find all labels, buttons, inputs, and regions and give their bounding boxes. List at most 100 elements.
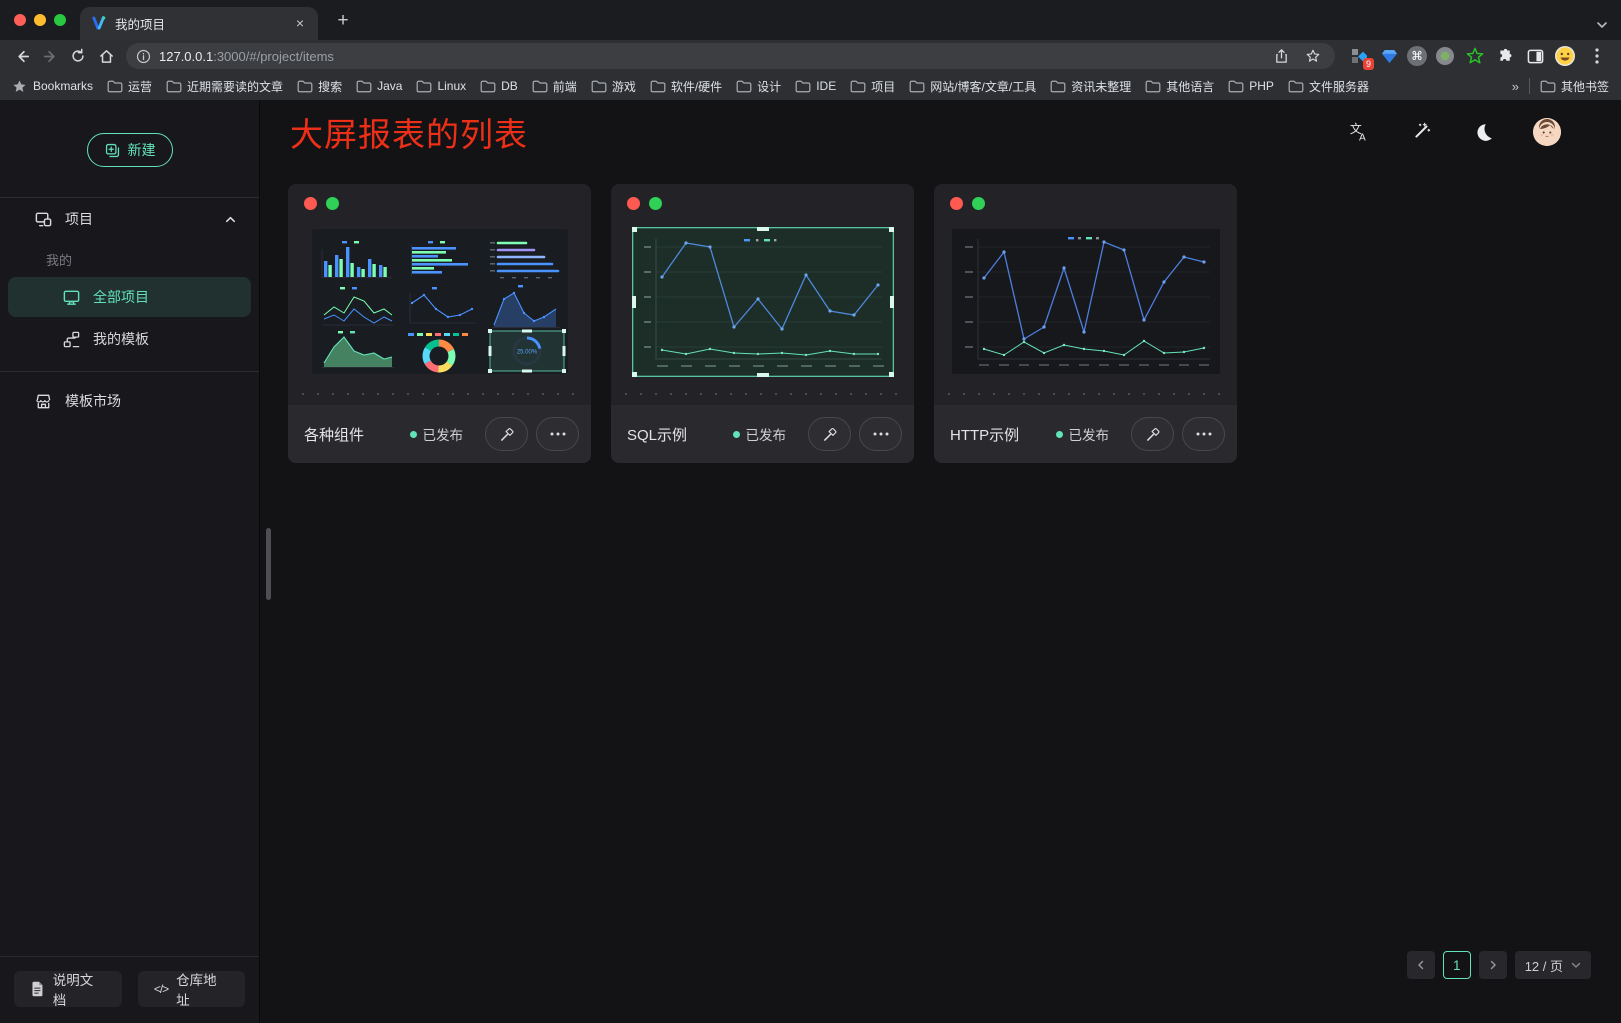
sidebar-item-my-templates[interactable]: 我的模板 — [8, 319, 251, 359]
language-icon[interactable]: 文A — [1347, 120, 1371, 144]
tab-close-icon[interactable]: × — [292, 16, 308, 32]
new-project-label: 新建 — [128, 140, 156, 160]
extension-gem-icon[interactable] — [1377, 44, 1401, 68]
folder-icon — [107, 80, 123, 93]
content-scrollbar-thumb[interactable] — [266, 528, 271, 600]
bookmark-folder[interactable]: 设计 — [736, 78, 781, 95]
project-name: HTTP示例 — [950, 424, 1019, 445]
next-page-button[interactable] — [1479, 951, 1507, 979]
folder-icon — [1228, 80, 1244, 93]
forward-icon[interactable] — [36, 43, 64, 69]
extension-star-icon[interactable] — [1463, 44, 1487, 68]
magic-wand-icon[interactable] — [1409, 120, 1433, 144]
sidebar-group-project[interactable]: 项目 — [0, 198, 259, 240]
more-dots-icon — [1196, 432, 1212, 436]
edit-hammer-button[interactable] — [1131, 417, 1174, 451]
url-path: :3000/#/project/items — [213, 49, 334, 64]
bookmark-folder[interactable]: 其他语言 — [1145, 78, 1214, 95]
url-bar[interactable]: 127.0.0.1:3000/#/project/items — [126, 43, 1335, 69]
extension-record-icon[interactable] — [1433, 44, 1457, 68]
dark-mode-moon-icon[interactable] — [1471, 120, 1495, 144]
home-icon[interactable] — [92, 43, 120, 69]
profile-emoji-icon[interactable] — [1553, 44, 1577, 68]
bookmark-folder[interactable]: 资讯未整理 — [1050, 78, 1131, 95]
dotted-separator — [948, 393, 1223, 395]
bookmark-folder[interactable]: 文件服务器 — [1288, 78, 1369, 95]
bookmark-folder[interactable]: PHP — [1228, 79, 1274, 93]
chevron-up-icon[interactable] — [224, 213, 237, 226]
more-dots-icon — [550, 432, 566, 436]
content-header: 大屏报表的列表 文A — [260, 100, 1621, 164]
bookmark-folder[interactable]: 运营 — [107, 78, 152, 95]
other-bookmarks-folder[interactable]: 其他书签 — [1540, 78, 1609, 95]
tab-search-chevron-icon[interactable] — [1595, 18, 1609, 32]
bookmark-folder[interactable]: 近期需要读的文章 — [166, 78, 283, 95]
green-dot — [649, 197, 662, 210]
green-dot — [326, 197, 339, 210]
bookmark-folder[interactable]: Java — [356, 79, 402, 93]
folder-icon — [480, 80, 496, 93]
browser-tabstrip: 我的项目 × + — [0, 0, 1621, 40]
more-actions-button[interactable] — [859, 417, 902, 451]
sidebar-toggle-icon[interactable] — [1523, 44, 1547, 68]
bookmark-folder[interactable]: IDE — [795, 79, 836, 93]
url-text: 127.0.0.1:3000/#/project/items — [159, 49, 1267, 64]
project-thumbnail[interactable] — [611, 210, 914, 393]
bookmarks-divider — [1529, 78, 1530, 94]
project-card[interactable]: 25.00% 各种组件 已发布 — [288, 184, 591, 463]
project-thumbnail[interactable] — [934, 210, 1237, 393]
dual-screen-icon — [34, 210, 53, 229]
red-dot — [950, 197, 963, 210]
extension-grid-icon[interactable]: 9 — [1347, 44, 1371, 68]
bookmark-folder[interactable]: Linux — [416, 79, 466, 93]
site-info-icon[interactable] — [136, 49, 151, 64]
bookmark-folder[interactable]: DB — [480, 79, 518, 93]
minimize-window-button[interactable] — [34, 14, 46, 26]
more-actions-button[interactable] — [1182, 417, 1225, 451]
bookmark-folder[interactable]: 游戏 — [591, 78, 636, 95]
bookmark-folder[interactable]: 前端 — [532, 78, 577, 95]
docs-button[interactable]: 说明文档 — [14, 971, 122, 1007]
browser-tab[interactable]: 我的项目 × — [80, 7, 318, 40]
edit-hammer-button[interactable] — [485, 417, 528, 451]
prev-page-button[interactable] — [1407, 951, 1435, 979]
folder-icon — [1050, 80, 1066, 93]
project-card[interactable]: SQL示例 已发布 — [611, 184, 914, 463]
bookmark-folder[interactable]: 软件/硬件 — [650, 78, 722, 95]
back-icon[interactable] — [8, 43, 36, 69]
new-tab-button[interactable]: + — [330, 8, 356, 34]
page-size-select[interactable]: 12 / 页 — [1515, 951, 1591, 979]
hammer-icon — [498, 426, 515, 443]
zoom-window-button[interactable] — [54, 14, 66, 26]
project-card[interactable]: HTTP示例 已发布 — [934, 184, 1237, 463]
chrome-menu-icon[interactable] — [1583, 43, 1611, 69]
bookmarks-root[interactable]: Bookmarks — [12, 79, 93, 94]
bookmark-folder[interactable]: 网站/博客/文章/工具 — [909, 78, 1036, 95]
hammer-icon — [1144, 426, 1161, 443]
extensions-row: 9 ⌘ — [1341, 43, 1613, 69]
share-icon[interactable] — [1267, 43, 1295, 69]
repo-button[interactable]: </> 仓库地址 — [138, 971, 245, 1007]
thumbnail-chart-grid: 25.00% — [312, 229, 568, 374]
reload-icon[interactable] — [64, 43, 92, 69]
more-actions-button[interactable] — [536, 417, 579, 451]
sidebar-item-template-market[interactable]: 模板市场 — [0, 380, 259, 422]
current-page-button[interactable]: 1 — [1443, 951, 1471, 979]
bookmark-folder[interactable]: 搜索 — [297, 78, 342, 95]
star-icon — [12, 79, 27, 94]
blocks-icon — [62, 330, 81, 349]
close-window-button[interactable] — [14, 14, 26, 26]
sidebar-item-all-projects[interactable]: 全部项目 — [8, 277, 251, 317]
folder-icon — [532, 80, 548, 93]
new-project-button[interactable]: 新建 — [87, 133, 173, 167]
edit-hammer-button[interactable] — [808, 417, 851, 451]
more-dots-icon — [873, 432, 889, 436]
card-footer: SQL示例 已发布 — [611, 405, 914, 463]
bookmark-folder[interactable]: 项目 — [850, 78, 895, 95]
extension-command-icon[interactable]: ⌘ — [1407, 46, 1427, 66]
bookmarks-overflow-chevron[interactable]: » — [1512, 79, 1519, 94]
extensions-puzzle-icon[interactable] — [1493, 44, 1517, 68]
bookmark-star-icon[interactable] — [1299, 43, 1327, 69]
user-avatar[interactable] — [1533, 118, 1561, 146]
project-thumbnail[interactable]: 25.00% — [288, 210, 591, 393]
